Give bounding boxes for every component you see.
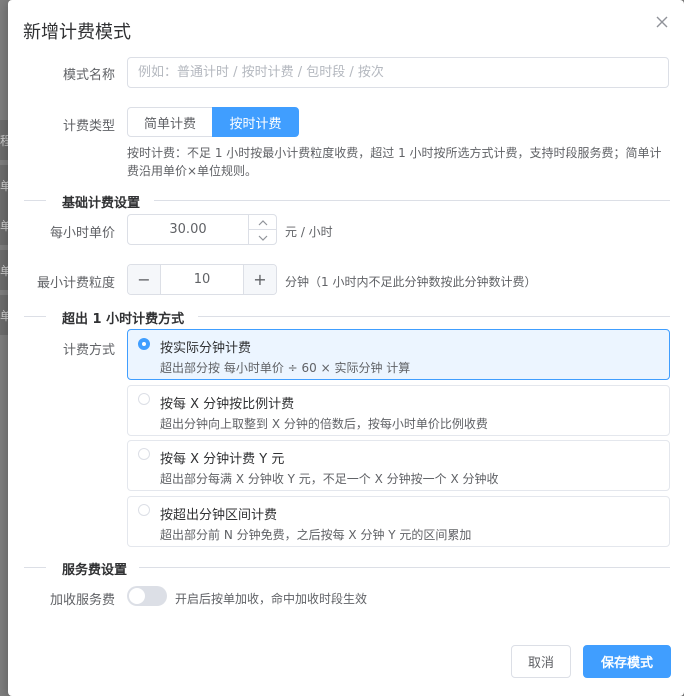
granularity-unit: 分钟（1 小时内不足此分钟数按此分钟数计费）: [285, 275, 537, 289]
price-stepper: [248, 215, 277, 244]
radio-unchecked-icon[interactable]: [138, 393, 150, 405]
radio-unchecked-icon[interactable]: [138, 448, 150, 460]
backdrop-fragment: 单: [0, 295, 12, 335]
section-divider: [198, 316, 670, 317]
section-service: 服务费设置: [24, 559, 670, 578]
increase-granularity-button[interactable]: +: [243, 265, 276, 294]
decrease-granularity-button[interactable]: −: [128, 265, 161, 294]
hourly-price-unit: 元 / 小时: [285, 225, 333, 239]
radio-unchecked-icon[interactable]: [138, 504, 150, 516]
radio-checked-icon[interactable]: [138, 338, 150, 350]
option-desc: 超出部分按 每小时单价 ÷ 60 × 实际分钟 计算: [160, 361, 411, 375]
section-divider: [24, 567, 46, 568]
section-divider: [24, 200, 46, 201]
hourly-price-label: 每小时单价: [49, 226, 115, 241]
granularity-stepper: − 10 +: [127, 264, 277, 295]
option-desc: 超出部分每满 X 分钟收 Y 元，不足一个 X 分钟按一个 X 分钟收: [160, 472, 499, 486]
dialog-title: 新增计费模式: [23, 22, 131, 43]
option-title: 按超出分钟区间计费: [160, 508, 278, 523]
section-divider: [24, 316, 46, 317]
section-title: 超出 1 小时计费方式: [62, 312, 185, 327]
backdrop-fragment: 单: [0, 165, 12, 205]
method-option-fixed-per-block[interactable]: 按每 X 分钟计费 Y 元 超出部分每满 X 分钟收 Y 元，不足一个 X 分钟…: [127, 440, 670, 491]
backdrop-fragment: 单: [0, 250, 12, 290]
hourly-price-value: 30.00: [169, 222, 207, 237]
option-title: 按每 X 分钟按比例计费: [160, 397, 295, 412]
billing-type-hourly-button[interactable]: 按时计费: [212, 107, 299, 137]
section-divider: [139, 567, 670, 568]
section-title: 基础计费设置: [62, 196, 141, 211]
mode-name-input[interactable]: [127, 57, 669, 88]
billing-type-simple-button[interactable]: 简单计费: [127, 107, 213, 137]
backdrop-fragment: 程: [0, 120, 12, 160]
service-fee-hint: 开启后按单加收，命中加收时段生效: [175, 592, 368, 606]
option-title: 按实际分钟计费: [160, 341, 252, 356]
section-title: 服务费设置: [62, 563, 128, 578]
method-option-proportional[interactable]: 按每 X 分钟按比例计费 超出分钟向上取整到 X 分钟的倍数后，按每小时单价比例…: [127, 385, 670, 436]
method-option-actual-minute[interactable]: 按实际分钟计费 超出部分按 每小时单价 ÷ 60 × 实际分钟 计算: [127, 329, 670, 380]
granularity-value[interactable]: 10: [160, 272, 244, 287]
backdrop-fragment: 单: [0, 205, 12, 245]
billing-type-label: 计费类型: [62, 119, 115, 134]
option-desc: 超出分钟向上取整到 X 分钟的倍数后，按每小时单价比例收费: [160, 417, 488, 431]
cancel-button[interactable]: 取消: [511, 645, 571, 678]
save-mode-button[interactable]: 保存模式: [583, 645, 671, 678]
close-icon[interactable]: [654, 14, 670, 30]
option-desc: 超出部分前 N 分钟免费，之后按每 X 分钟 Y 元的区间累加: [160, 528, 472, 542]
granularity-label: 最小计费粒度: [36, 276, 115, 291]
decrease-price-button[interactable]: [249, 230, 277, 244]
mode-name-label: 模式名称: [62, 68, 115, 83]
section-overtime: 超出 1 小时计费方式: [24, 308, 670, 327]
billing-mode-dialog: 新增计费模式 模式名称 计费类型 简单计费 按时计费 按时计费：不足 1 小时按…: [8, 0, 684, 696]
chevron-down-icon: [258, 235, 268, 241]
section-divider: [154, 200, 670, 201]
increase-price-button[interactable]: [249, 215, 277, 230]
option-title: 按每 X 分钟计费 Y 元: [160, 452, 285, 467]
service-fee-label: 加收服务费: [49, 593, 115, 608]
billing-type-hint: 按时计费：不足 1 小时按最小计费粒度收费，超过 1 小时按所选方式计费，支持时…: [127, 146, 662, 178]
method-option-interval[interactable]: 按超出分钟区间计费 超出部分前 N 分钟免费，之后按每 X 分钟 Y 元的区间累…: [127, 496, 670, 547]
hourly-price-input[interactable]: 30.00: [127, 214, 277, 245]
section-basic: 基础计费设置: [24, 192, 670, 211]
service-fee-switch[interactable]: [127, 586, 167, 606]
chevron-up-icon: [258, 220, 268, 226]
billing-method-label: 计费方式: [62, 343, 115, 358]
switch-knob: [129, 588, 145, 604]
